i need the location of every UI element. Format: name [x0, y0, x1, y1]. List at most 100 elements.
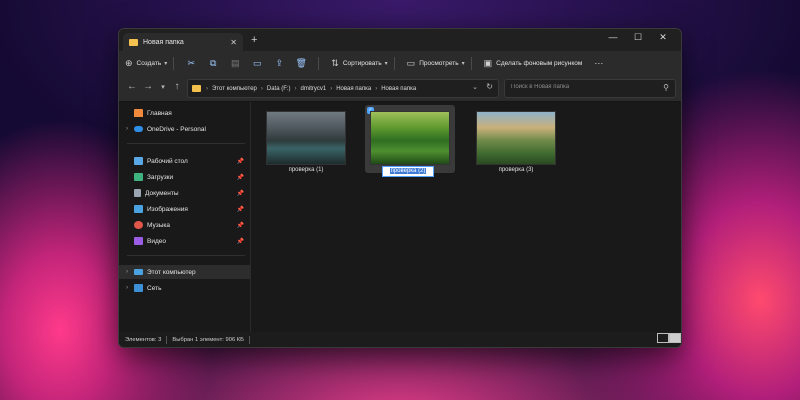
sidebar-item-label: Видео [147, 237, 166, 245]
file-item[interactable]: проверка (3) [471, 105, 561, 173]
breadcrumb-user-folder[interactable]: dmitrycv1 [301, 86, 327, 92]
sidebar-item-documents[interactable]: Документы 📌 [119, 186, 250, 200]
sidebar-item-music[interactable]: Музыка 📌 [119, 218, 250, 232]
address-history-chevron-icon[interactable]: ⌄ [472, 83, 478, 91]
pin-icon[interactable]: 📌 [237, 206, 244, 213]
pin-icon[interactable]: 📌 [237, 222, 244, 229]
maximize-button[interactable]: ☐ [626, 32, 650, 43]
wallpaper-label: Сделать фоновым рисунком [496, 59, 583, 67]
create-button[interactable]: ⊕ Создать ▾ [125, 58, 167, 69]
status-bar: Элементов: 3 Выбран 1 элемент: 906 КБ [119, 332, 681, 347]
plus-circle-icon: ⊕ [125, 57, 133, 68]
file-item-selected[interactable]: ✓ проверка (2) [365, 105, 455, 177]
home-icon [134, 109, 143, 117]
breadcrumb-parent-folder[interactable]: Новая папка [336, 86, 371, 92]
sidebar-item-label: Главная [147, 109, 172, 117]
music-icon [134, 221, 143, 229]
tab-close-icon[interactable]: ✕ [230, 38, 237, 47]
file-explorer-window: Новая папка ✕ + — ☐ ✕ ⊕ Создать ▾ ✂ ⧉ ▤ … [118, 28, 682, 348]
sidebar-item-network[interactable]: › Сеть [119, 281, 250, 295]
file-name-rename-field[interactable]: проверка (2) [382, 166, 434, 177]
rename-icon[interactable]: ▭ [246, 58, 268, 69]
breadcrumb-current-folder[interactable]: Новая папка [381, 86, 416, 92]
forward-arrow-icon[interactable]: → [141, 81, 155, 92]
desktop-icon [134, 157, 143, 165]
share-icon[interactable]: ⇪ [268, 58, 290, 69]
back-arrow-icon[interactable]: ← [125, 81, 139, 92]
download-icon [134, 173, 143, 181]
sidebar-item-this-pc[interactable]: › Этот компьютер [119, 265, 250, 279]
expand-chevron-icon[interactable]: › [122, 285, 132, 291]
sidebar-item-label: Этот компьютер [147, 268, 196, 276]
sort-button[interactable]: ⇅ Сортировать ▾ [331, 58, 387, 69]
sidebar-item-label: Рабочий стол [147, 157, 188, 165]
pin-icon[interactable]: 📌 [237, 190, 244, 197]
file-name: проверка (1) [288, 167, 324, 173]
new-tab-button[interactable]: + [251, 34, 257, 46]
sidebar-item-label: Музыка [147, 221, 170, 229]
paste-icon[interactable]: ▤ [224, 58, 246, 69]
image-thumbnail [370, 111, 450, 165]
sidebar-item-label: Сеть [147, 284, 162, 292]
search-input[interactable] [511, 84, 651, 90]
image-thumbnail [476, 111, 556, 165]
sort-icon: ⇅ [331, 57, 339, 68]
tab-current[interactable]: Новая папка ✕ [123, 33, 243, 51]
refresh-icon[interactable]: ↻ [486, 82, 493, 91]
folder-icon [192, 85, 201, 92]
pin-icon[interactable]: 📌 [237, 174, 244, 181]
sidebar-item-desktop[interactable]: Рабочий стол 📌 [119, 154, 250, 168]
file-list-area[interactable]: проверка (1) ✓ проверка (2) проверка (3) [251, 102, 679, 332]
video-icon [134, 237, 143, 245]
create-label: Создать [136, 59, 162, 67]
tiles-view-icon[interactable] [669, 333, 681, 343]
chevron-down-icon: ▾ [461, 60, 465, 67]
address-bar[interactable]: › Этот компьютер › Data (F:) › dmitrycv1… [187, 79, 499, 98]
sidebar-item-home[interactable]: Главная [119, 106, 250, 120]
search-box[interactable]: ⚲ [504, 79, 676, 98]
navigation-pane: Главная › OneDrive - Personal Рабочий ст… [119, 102, 251, 332]
chevron-down-icon: ▾ [384, 60, 388, 67]
sidebar-item-label: Загрузки [147, 173, 174, 181]
copy-icon[interactable]: ⧉ [202, 58, 224, 69]
pin-icon[interactable]: 📌 [237, 238, 244, 245]
expand-chevron-icon[interactable]: › [122, 269, 132, 275]
minimize-button[interactable]: — [601, 32, 625, 42]
folder-icon [129, 38, 138, 46]
set-wallpaper-button[interactable]: ▣ Сделать фоновым рисунком [484, 58, 583, 69]
sidebar-item-videos[interactable]: Видео 📌 [119, 234, 250, 248]
image-icon [134, 205, 143, 213]
file-item[interactable]: проверка (1) [261, 105, 351, 173]
breadcrumb-drive[interactable]: Data (F:) [267, 86, 291, 92]
more-options-button[interactable]: ··· [594, 58, 603, 68]
details-view-icon[interactable] [657, 333, 669, 343]
sidebar-item-label: OneDrive - Personal [147, 125, 206, 133]
view-button[interactable]: ▭ Просмотреть ▾ [407, 58, 465, 69]
sort-label: Сортировать [342, 59, 382, 67]
delete-icon[interactable]: 🗑 [290, 58, 312, 69]
network-icon [134, 284, 143, 292]
sidebar-item-label: Документы [145, 189, 179, 197]
chevron-down-icon: ▾ [164, 60, 168, 67]
cut-icon[interactable]: ✂ [180, 58, 202, 69]
document-icon [134, 189, 141, 197]
sidebar-item-pictures[interactable]: Изображения 📌 [119, 202, 250, 216]
expand-chevron-icon[interactable]: › [122, 126, 132, 132]
selection-info: Выбран 1 элемент: 906 КБ [172, 336, 244, 343]
item-count: Элементов: 3 [125, 336, 162, 343]
breadcrumb-this-pc[interactable]: Этот компьютер [212, 86, 257, 92]
wallpaper-icon: ▣ [483, 57, 493, 68]
up-arrow-icon[interactable]: ↑ [170, 81, 184, 92]
close-window-button[interactable]: ✕ [651, 32, 675, 43]
sidebar-item-downloads[interactable]: Загрузки 📌 [119, 170, 250, 184]
recent-chevron-icon[interactable]: ▾ [156, 83, 170, 91]
cloud-icon [134, 126, 143, 132]
pin-icon[interactable]: 📌 [237, 158, 244, 165]
sidebar-item-label: Изображения [147, 205, 188, 213]
view-label: Просмотреть [419, 59, 459, 67]
search-icon: ⚲ [663, 83, 669, 92]
command-bar: ⊕ Создать ▾ ✂ ⧉ ▤ ▭ ⇪ 🗑 ⇅ Сортировать ▾ … [119, 51, 681, 76]
view-icon: ▭ [406, 57, 416, 68]
sidebar-item-onedrive[interactable]: › OneDrive - Personal [119, 122, 250, 136]
computer-icon [134, 269, 143, 275]
